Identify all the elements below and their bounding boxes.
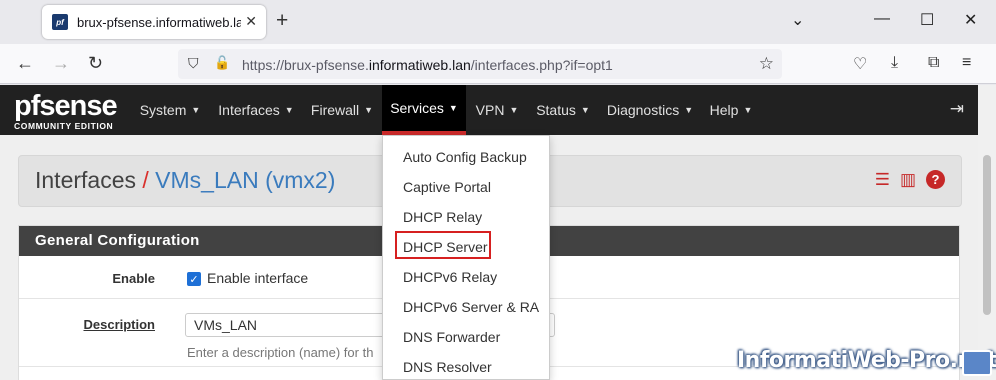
dropdown-item-dhcp-relay[interactable]: DHCP Relay <box>403 209 482 225</box>
shield-icon[interactable]: ⛉ <box>188 55 199 72</box>
browser-tab[interactable]: pf brux-pfsense.informatiweb.lan ✕ <box>42 5 266 39</box>
dropdown-item-dns-forwarder[interactable]: DNS Forwarder <box>403 329 500 345</box>
menu-interfaces[interactable]: Interfaces ▼ <box>210 85 302 135</box>
breadcrumb-section[interactable]: Interfaces <box>35 167 136 193</box>
page-title: Interfaces / VMs_LAN (vmx2) <box>35 167 335 194</box>
caret-down-icon: ▼ <box>684 105 694 115</box>
page-scrollbar[interactable] <box>978 85 996 380</box>
reload-icon[interactable]: ↻ <box>88 53 103 74</box>
dropdown-item-dhcpv6-server-ra[interactable]: DHCPv6 Server & RA <box>403 299 539 315</box>
description-label[interactable]: Description <box>83 317 155 332</box>
logo-brand: pfsense <box>14 90 118 122</box>
dropdown-item-dns-resolver[interactable]: DNS Resolver <box>403 359 492 375</box>
services-dropdown: Auto Config Backup Captive Portal DHCP R… <box>382 135 550 380</box>
download-icon[interactable]: ⤓ <box>891 54 898 72</box>
minimize-icon[interactable]: — <box>874 10 890 28</box>
menu-vpn[interactable]: VPN ▼ <box>468 85 526 135</box>
dropdown-item-auto-config-backup[interactable]: Auto Config Backup <box>403 149 527 165</box>
breadcrumb-actions: ☰ ▥ ? <box>875 170 945 190</box>
scrollbar-thumb[interactable] <box>983 155 991 315</box>
lock-icon[interactable]: 🔓 <box>214 55 230 71</box>
dropdown-item-dhcp-server[interactable]: DHCP Server <box>403 239 488 255</box>
close-window-icon[interactable]: ✕ <box>964 10 977 30</box>
breadcrumb-page[interactable]: VMs_LAN (vmx2) <box>155 167 335 193</box>
enable-checkbox-label[interactable]: Enable interface <box>207 270 308 286</box>
url-bar[interactable]: ⛉ 🔓 https://brux-pfsense.informatiweb.la… <box>178 49 782 79</box>
caret-down-icon: ▼ <box>509 105 519 115</box>
bar-chart-icon[interactable]: ▥ <box>900 170 916 190</box>
caret-down-icon: ▼ <box>743 105 753 115</box>
menu-icon[interactable]: ≡ <box>962 54 971 72</box>
pfsense-navbar: pfsense COMMUNITY EDITION System ▼ Interf… <box>0 85 978 135</box>
url-text[interactable]: https://brux-pfsense.informatiweb.lan/in… <box>242 57 613 73</box>
extensions-icon[interactable]: ⧉ <box>928 54 939 72</box>
tab-title: brux-pfsense.informatiweb.lan <box>77 14 241 30</box>
pfsense-logo[interactable]: pfsense COMMUNITY EDITION <box>14 90 124 132</box>
sliders-icon[interactable]: ☰ <box>875 170 890 190</box>
new-tab-icon[interactable]: + <box>276 9 288 33</box>
caret-down-icon: ▼ <box>580 105 590 115</box>
menu-system[interactable]: System ▼ <box>132 85 208 135</box>
browser-toolbar: ← → ↻ ⛉ 🔓 https://brux-pfsense.informati… <box>0 44 996 84</box>
pocket-icon[interactable]: ♡ <box>853 54 867 74</box>
forward-icon[interactable]: → <box>52 53 70 74</box>
dropdown-item-captive-portal[interactable]: Captive Portal <box>403 179 491 195</box>
breadcrumb-separator: / <box>142 167 149 193</box>
browser-tabstrip: pf brux-pfsense.informatiweb.lan ✕ + ⌄ —… <box>0 0 996 44</box>
caret-down-icon: ▼ <box>191 105 201 115</box>
enable-checkbox[interactable]: ✓ <box>187 272 201 286</box>
menu-status[interactable]: Status ▼ <box>528 85 598 135</box>
enable-label: Enable <box>112 271 155 286</box>
menu-help[interactable]: Help ▼ <box>702 85 760 135</box>
help-icon[interactable]: ? <box>926 170 945 189</box>
logo-edition: COMMUNITY EDITION <box>14 121 114 131</box>
maximize-icon[interactable]: ☐ <box>920 10 934 30</box>
description-help: Enter a description (name) for th <box>187 345 374 360</box>
logout-icon[interactable]: ⇥ <box>950 99 964 119</box>
caret-down-icon: ▼ <box>364 105 374 115</box>
menu-services[interactable]: Services ▼ <box>382 85 466 135</box>
star-icon[interactable]: ☆ <box>759 54 774 74</box>
menu-diagnostics[interactable]: Diagnostics ▼ <box>600 85 700 135</box>
chevron-down-icon[interactable]: ⌄ <box>791 10 804 30</box>
screenshot: pf brux-pfsense.informatiweb.lan ✕ + ⌄ —… <box>0 0 996 380</box>
caret-down-icon: ▼ <box>284 105 294 115</box>
dropdown-item-dhcpv6-relay[interactable]: DHCPv6 Relay <box>403 269 497 285</box>
watermark-monitor-icon <box>962 350 992 376</box>
caret-down-icon: ▼ <box>448 103 458 113</box>
back-icon[interactable]: ← <box>16 53 34 74</box>
menu-firewall[interactable]: Firewall ▼ <box>304 85 380 135</box>
close-tab-icon[interactable]: ✕ <box>245 13 257 30</box>
pfsense-favicon-icon: pf <box>52 14 68 30</box>
watermark-text: InformatiWeb-Pro.net <box>737 348 996 373</box>
